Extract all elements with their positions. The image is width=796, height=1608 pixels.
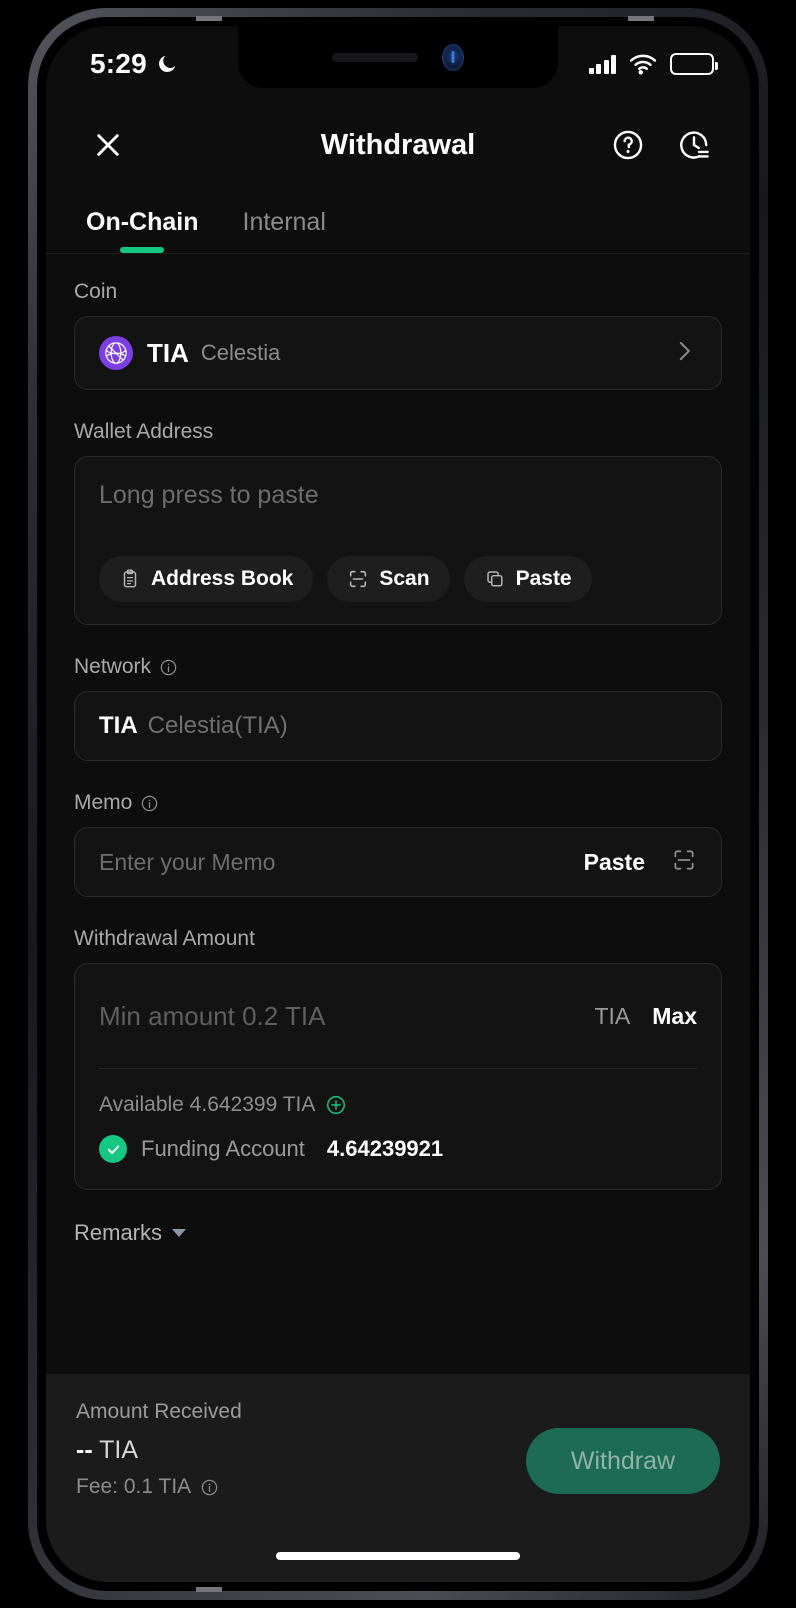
withdraw-button[interactable]: Withdraw [526,1428,720,1494]
chevron-down-icon [172,1229,187,1237]
status-bar-time: 5:29 [90,48,147,79]
amount-unit: TIA [594,1002,631,1029]
withdrawal-amount-label: Withdrawal Amount [74,927,255,950]
address-book-label: Address Book [151,567,294,590]
history-clock-icon [680,131,709,159]
remarks-label: Remarks [74,1220,163,1245]
funding-account-row[interactable]: Funding Account 4.64239921 [99,1117,697,1189]
scan-icon [674,849,694,870]
tab-internal-label: Internal [242,208,326,236]
memo-paste-button[interactable]: Paste [584,849,645,876]
network-label: Network [74,655,152,678]
amount-input-actions: TIA Max [594,1003,697,1030]
info-icon[interactable] [159,658,178,677]
amount-received-value: -- [76,1436,93,1464]
antenna-line-top-right [628,16,654,21]
phone-frame: 5:29 Withdrawal On-Chain Internal Coin T… [28,8,768,1600]
help-circle-icon [613,130,643,160]
withdrawal-amount-card: Min amount 0.2 TIA TIA Max Available 4.6… [74,963,722,1190]
info-icon[interactable] [140,794,159,813]
wallet-address-card: Long press to paste Address Book Scan Pa… [74,456,722,625]
fee-text: Fee: 0.1 TIA [76,1475,192,1498]
memo-scan-button[interactable] [671,847,697,878]
network-section: Network TIA Celestia(TIA) [74,655,722,761]
wallet-address-section: Wallet Address Long press to paste Addre… [74,420,722,625]
scan-button[interactable]: Scan [327,556,450,602]
withdrawal-type-tabs: On-Chain Internal [46,188,750,254]
scan-label: Scan [379,567,430,590]
moon-icon [158,55,176,73]
tab-internal[interactable]: Internal [243,208,326,253]
network-selector[interactable]: TIA Celestia(TIA) [74,691,722,761]
battery-icon [670,53,718,75]
front-camera-icon [442,43,464,71]
funding-account-label: Funding Account [141,1136,305,1161]
memo-section: Memo Enter your Memo Paste [74,791,722,897]
coin-section: Coin TIA Celestia [74,280,722,390]
notch [238,26,558,88]
amount-received-unit: TIA [99,1436,139,1464]
app-header-actions [606,123,716,167]
memo-input[interactable]: Enter your Memo [99,849,275,876]
funding-account-balance: 4.64239921 [326,1136,444,1161]
amount-received-label: Amount Received [76,1400,242,1423]
wallet-address-input[interactable]: Long press to paste [99,481,697,510]
home-indicator [276,1552,520,1560]
help-button[interactable] [606,123,650,167]
status-bar-left: 5:29 [90,48,178,80]
phone-bezel: 5:29 Withdrawal On-Chain Internal Coin T… [37,17,759,1591]
memo-actions: Paste [584,847,697,878]
available-balance-text: Available 4.642399 TIA [99,1093,316,1116]
withdrawal-form: Coin TIA Celestia Wallet Address Long pr… [46,254,750,1374]
memo-label-row: Memo [74,791,722,815]
coin-selector[interactable]: TIA Celestia [74,316,722,390]
info-icon[interactable] [200,1478,219,1497]
wallet-address-label: Wallet Address [74,420,214,443]
withdraw-button-label: Withdraw [570,1446,676,1475]
network-symbol: TIA [99,712,138,739]
celestia-coin-icon [99,336,133,370]
status-bar-right [588,53,718,75]
memo-card: Enter your Memo Paste [74,827,722,897]
antenna-line-top-left [196,16,222,21]
close-icon [97,134,119,156]
available-balance-row: Available 4.642399 TIA [99,1069,697,1117]
history-button[interactable] [672,123,716,167]
withdrawal-amount-section: Withdrawal Amount Min amount 0.2 TIA TIA… [74,927,722,1190]
remarks-toggle[interactable]: Remarks [74,1220,722,1246]
amount-input-row: Min amount 0.2 TIA TIA Max [99,964,697,1068]
phone-screen: 5:29 Withdrawal On-Chain Internal Coin T… [46,26,750,1582]
cellular-signal-icon [588,54,616,74]
paste-address-label: Paste [515,567,572,590]
app-header: Withdrawal [46,102,750,188]
paste-address-button[interactable]: Paste [463,556,592,602]
clipboard-icon [123,569,137,588]
earpiece-speaker [332,52,418,62]
coin-name: Celestia [200,340,281,365]
copy-icon [486,571,503,587]
scan-icon [350,570,367,588]
withdrawal-summary-bar: Amount Received -- TIA Fee: 0.1 TIA With… [46,1374,750,1582]
tab-on-chain-label: On-Chain [86,208,199,236]
antenna-line-bottom-left [196,1587,222,1592]
coin-symbol: TIA [147,337,189,368]
network-label-row: Network [74,655,722,679]
check-circle-icon [99,1135,127,1163]
coin-label: Coin [74,280,118,303]
plus-circle-icon[interactable] [325,1094,347,1116]
wifi-icon [629,54,657,74]
close-button[interactable] [86,123,130,167]
memo-label: Memo [74,791,133,814]
chevron-right-icon [671,338,697,369]
tab-on-chain[interactable]: On-Chain [86,208,199,253]
wallet-address-actions: Address Book Scan Paste [99,556,697,602]
address-book-button[interactable]: Address Book [99,556,314,602]
max-button[interactable]: Max [652,1003,697,1030]
network-name: Celestia(TIA) [147,712,288,739]
amount-input[interactable]: Min amount 0.2 TIA [99,1001,325,1032]
